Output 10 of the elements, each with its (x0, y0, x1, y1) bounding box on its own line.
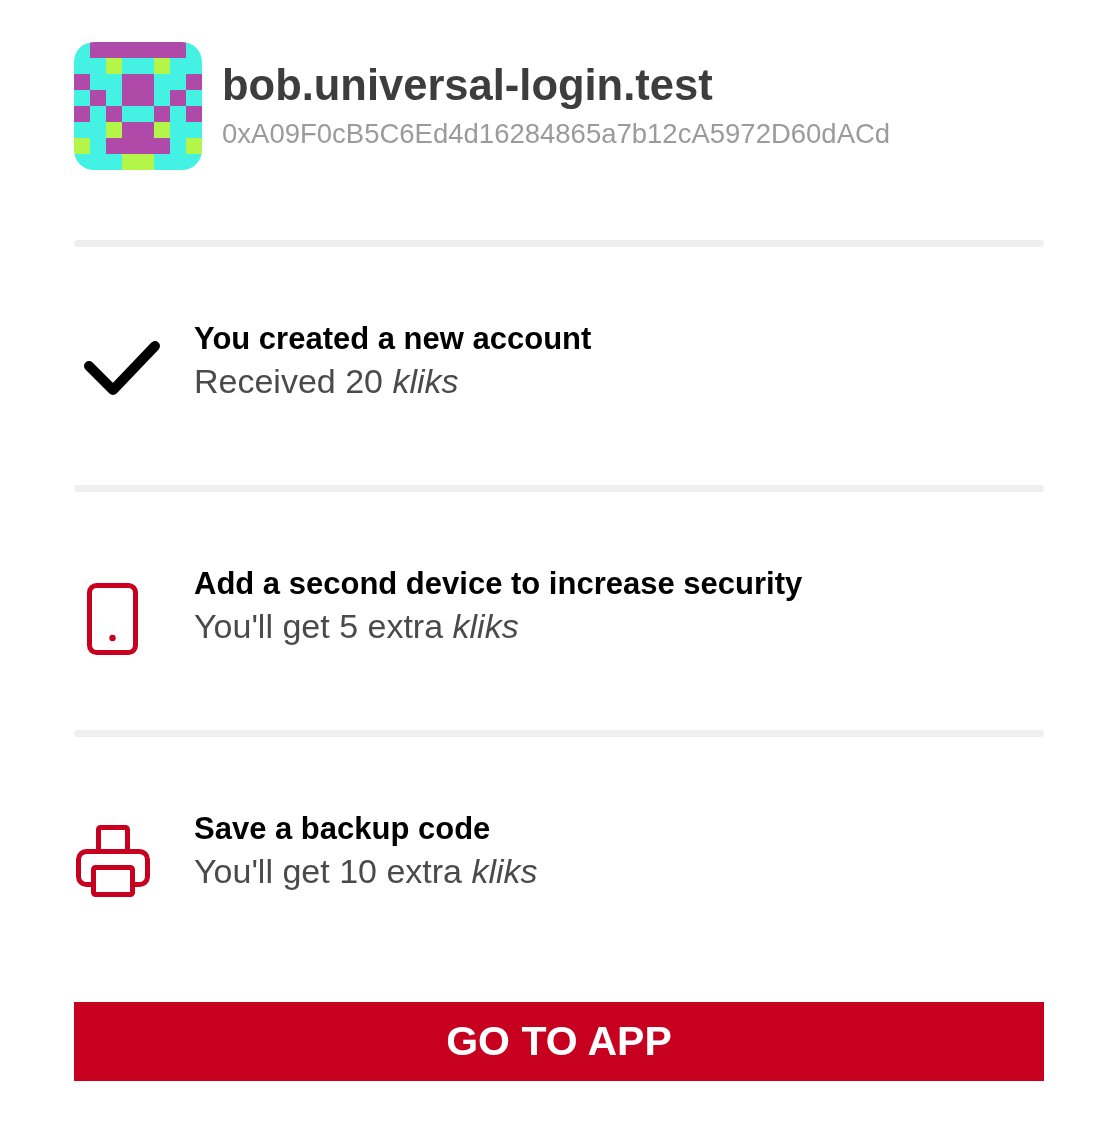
step-reward: You'll get 10 extra kliks (194, 851, 538, 891)
step-reward: Received 20 kliks (194, 361, 459, 401)
wallet-address: 0xA09F0cB5C6Ed4d16284865a7b12cA5972D60dACd (222, 118, 891, 150)
step-title: Save a backup code (194, 811, 491, 847)
go-to-app-button[interactable]: GO TO APP (74, 1002, 1044, 1081)
account-name: bob.universal-login.test (222, 60, 714, 110)
identicon-icon (74, 42, 202, 170)
step-reward: You'll get 5 extra kliks (194, 606, 519, 646)
step-title: You created a new account (194, 321, 592, 357)
step-title: Add a second device to increase security (194, 566, 803, 602)
